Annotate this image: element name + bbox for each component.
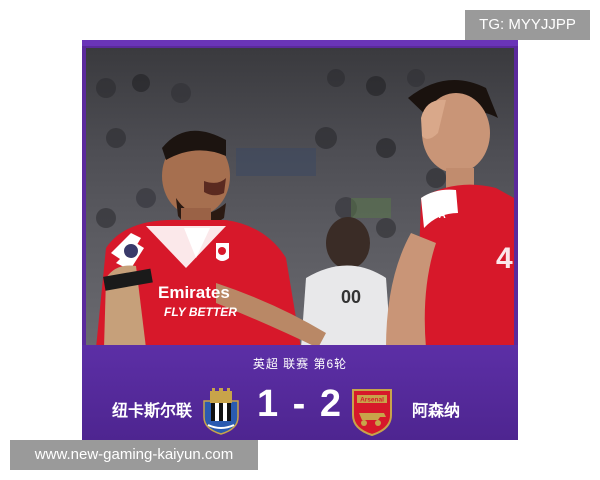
svg-text:ADA: ADA xyxy=(424,210,446,221)
away-team-name: 阿森纳 xyxy=(412,403,461,420)
match-card: 00 Emirates FLY BETTER T ADA 4 英超 联赛 第6轮… xyxy=(82,40,518,440)
league-round-label: 英超 联赛 第6轮 xyxy=(252,357,348,371)
svg-text:Emirates: Emirates xyxy=(158,283,230,302)
telegram-watermark: TG: MYYJJPP xyxy=(465,10,590,40)
site-url-watermark: www.new-gaming-kaiyun.com xyxy=(10,440,258,470)
scoreboard-banner: 英超 联赛 第6轮 纽卡斯尔联 1 - 2 Arsenal 阿森纳 xyxy=(82,345,518,440)
arsenal-crest-icon: Arsenal xyxy=(352,389,392,437)
svg-text:FLY BETTER: FLY BETTER xyxy=(164,305,237,319)
newcastle-crest-icon xyxy=(203,388,239,435)
svg-text:T: T xyxy=(426,198,432,209)
svg-text:Arsenal: Arsenal xyxy=(360,397,384,404)
card-top-border xyxy=(82,40,518,46)
celebration-illustration: 00 Emirates FLY BETTER T ADA 4 xyxy=(96,69,514,348)
svg-text:00: 00 xyxy=(341,287,361,307)
match-score: 1 - 2 xyxy=(256,383,344,425)
home-team-name: 纽卡斯尔联 xyxy=(112,403,193,420)
celebration-photo: 00 Emirates FLY BETTER T ADA 4 xyxy=(86,48,514,348)
svg-text:4: 4 xyxy=(496,242,513,275)
